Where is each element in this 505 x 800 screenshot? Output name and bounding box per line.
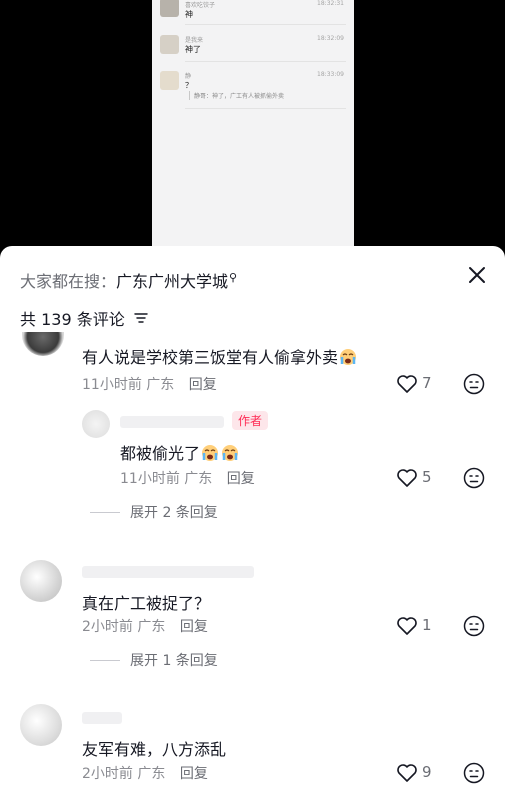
like-button[interactable]: 5 bbox=[396, 467, 436, 489]
comment-count: 共 139 条评论 bbox=[20, 306, 148, 330]
crying-face-emoji-icon bbox=[202, 445, 219, 461]
comment-time: 2小时前 bbox=[82, 619, 133, 635]
comment-count-label: 共 139 条评论 bbox=[20, 310, 125, 329]
comment-sheet: 大家都在搜：广东广州大学城⚲ 共 139 条评论 有人说是学校第三饭堂有人偷拿外… bbox=[0, 246, 505, 800]
comment-meta: 2小时前 广东 回复 bbox=[82, 616, 208, 636]
reply-button[interactable]: 回复 bbox=[180, 619, 208, 635]
crying-face-emoji-icon bbox=[222, 445, 239, 461]
comment-meta: 2小时前 广东 回复 bbox=[82, 763, 208, 783]
avatar bbox=[160, 71, 179, 90]
comment-meta: 11小时前 广东 回复 bbox=[120, 468, 255, 488]
comment-time: 2小时前 bbox=[82, 766, 133, 782]
comment-time: 11小时前 bbox=[120, 471, 180, 487]
heart-icon bbox=[397, 469, 417, 487]
reply-button[interactable]: 回复 bbox=[189, 377, 217, 393]
divider bbox=[90, 660, 120, 661]
reply-button[interactable]: 回复 bbox=[180, 766, 208, 782]
chat-sender-name: 喜欢吃饺子 bbox=[185, 2, 216, 9]
chat-screenshot: 喜欢吃饺子 18:32:31 神 是我来 18:32:09 神了 静 18:33… bbox=[152, 0, 354, 250]
chat-timestamp: 18:32:09 bbox=[317, 35, 344, 42]
like-count: 5 bbox=[422, 468, 432, 486]
chat-sender-name: 静 bbox=[185, 73, 192, 80]
chat-text: 神了 bbox=[185, 45, 201, 54]
reply-button[interactable]: 回复 bbox=[227, 471, 255, 487]
avatar[interactable] bbox=[22, 332, 64, 356]
chat-sender-name: 是我来 bbox=[185, 37, 204, 44]
like-count: 1 bbox=[422, 616, 432, 634]
heart-icon bbox=[397, 375, 417, 393]
like-count: 7 bbox=[422, 374, 432, 392]
comment-text: 有人说是学校第三饭堂有人偷拿外卖 bbox=[82, 344, 358, 368]
comment-text: 真在广工被捉了？ bbox=[82, 594, 211, 613]
avatar[interactable] bbox=[82, 410, 110, 438]
avatar bbox=[160, 35, 179, 54]
divider bbox=[185, 24, 346, 25]
author-badge: 作者 bbox=[232, 411, 269, 430]
chat-text: ？ bbox=[185, 81, 193, 90]
sort-icon[interactable] bbox=[134, 312, 148, 324]
comment-location: 广东 bbox=[184, 471, 213, 487]
avatar[interactable] bbox=[20, 560, 62, 602]
heart-icon bbox=[397, 764, 417, 782]
avatar[interactable] bbox=[20, 704, 62, 746]
expand-replies-button[interactable]: 展开 1 条回复 bbox=[90, 650, 218, 670]
comment-location: 广东 bbox=[146, 377, 175, 393]
username-blurred bbox=[82, 712, 122, 724]
comment-location: 广东 bbox=[137, 766, 166, 782]
comment-text: 友军有难，八方添乱 bbox=[82, 740, 227, 759]
comment-time: 11小时前 bbox=[82, 377, 142, 393]
comment-location: 广东 bbox=[137, 619, 166, 635]
hot-search-link[interactable]: 大家都在搜：广东广州大学城⚲ bbox=[20, 268, 237, 292]
avatar bbox=[160, 0, 179, 17]
divider bbox=[185, 61, 346, 62]
username-blurred bbox=[82, 566, 254, 578]
dislike-face-icon[interactable] bbox=[463, 762, 485, 784]
like-count: 9 bbox=[422, 763, 432, 781]
dislike-face-icon[interactable] bbox=[463, 373, 485, 395]
chat-text: 神 bbox=[185, 10, 193, 19]
expand-replies-button[interactable]: 展开 2 条回复 bbox=[90, 502, 218, 522]
comment-meta: 11小时前 广东 回复 bbox=[82, 374, 217, 394]
search-icon: ⚲ bbox=[229, 271, 238, 284]
dislike-face-icon[interactable] bbox=[463, 467, 485, 489]
chat-quote: 静哥：神了，广工有人被抓偷外卖 bbox=[189, 91, 284, 100]
hot-search-prefix: 大家都在搜： bbox=[20, 272, 117, 291]
crying-face-emoji-icon bbox=[340, 349, 357, 365]
hot-search-keyword[interactable]: 广东广州大学城 bbox=[116, 272, 228, 291]
like-button[interactable]: 9 bbox=[396, 762, 436, 784]
chat-timestamp: 18:32:31 bbox=[317, 0, 344, 7]
like-button[interactable]: 7 bbox=[396, 373, 436, 395]
like-button[interactable]: 1 bbox=[396, 615, 436, 637]
comment-text: 都被偷光了 bbox=[120, 440, 240, 464]
divider bbox=[90, 512, 120, 513]
dislike-face-icon[interactable] bbox=[463, 615, 485, 637]
heart-icon bbox=[397, 617, 417, 635]
username-blurred bbox=[120, 416, 224, 428]
chat-timestamp: 18:33:09 bbox=[317, 71, 344, 78]
close-icon[interactable] bbox=[466, 264, 488, 286]
divider bbox=[185, 108, 346, 109]
